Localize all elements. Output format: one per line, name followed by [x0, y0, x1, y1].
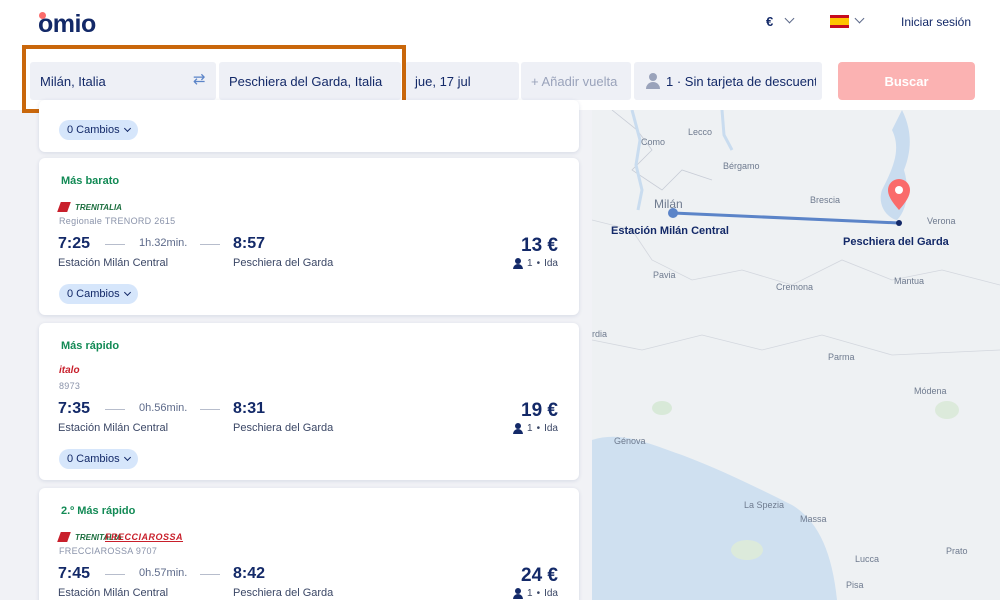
passenger-info: 1 • Ida: [513, 588, 558, 599]
person-icon: [513, 423, 524, 434]
price: 19 €: [521, 400, 558, 421]
person-icon: [646, 73, 660, 89]
train-id: FRECCIAROSSA 9707: [59, 546, 158, 556]
departure-time: 7:25: [58, 235, 91, 252]
passenger-info: 1 • Ida: [513, 423, 558, 434]
map-place-label: Massa: [800, 514, 827, 524]
map-place-label: Como: [641, 137, 666, 147]
destination-station: Peschiera del Garda: [233, 257, 334, 269]
chevron-down-icon: [123, 288, 131, 297]
date-value: jue, 17 jul: [415, 73, 471, 89]
frecciarossa-logo: FRECCIAROSSA: [105, 532, 184, 542]
changes-toggle[interactable]: 0 Cambios: [59, 120, 138, 140]
map-place-label: Pavia: [653, 270, 676, 280]
map-place-label: Mantua: [894, 276, 925, 286]
duration: 0h.57min.: [139, 567, 188, 579]
passengers-value: 1 · Sin tarjeta de descuento: [666, 73, 816, 89]
map-place-label: Lucca: [855, 554, 880, 564]
chevron-down-icon[interactable]: [854, 13, 865, 24]
spain-flag-icon[interactable]: [830, 15, 849, 28]
arrival-time: 8:42: [233, 565, 266, 582]
chevron-down-icon[interactable]: [784, 13, 795, 24]
arrival-time: 8:31: [233, 400, 266, 417]
chevron-down-icon: [123, 124, 131, 133]
duration-line: [200, 409, 220, 410]
map-place-label: Génova: [614, 436, 646, 446]
changes-toggle[interactable]: 0 Cambios: [59, 449, 138, 469]
map-place-label: La Spezia: [744, 500, 785, 510]
map-place-label: Verona: [927, 216, 956, 226]
route-map[interactable]: Lecco Como Bérgamo Milán Brescia Verona …: [592, 110, 1000, 600]
duration: 0h.56min.: [139, 402, 188, 414]
omio-logo[interactable]: omio: [38, 10, 118, 38]
passengers-selector[interactable]: 1 · Sin tarjeta de descuento: [634, 62, 822, 100]
login-link[interactable]: Iniciar sesión: [901, 15, 971, 29]
price: 24 €: [521, 565, 558, 586]
departure-time: 7:45: [58, 565, 91, 582]
map-place-label: rdia: [592, 329, 608, 339]
person-icon: [513, 588, 524, 599]
result-tag: Más barato: [61, 175, 120, 187]
changes-label: 0 Cambios: [67, 453, 120, 465]
result-tag: Más rápido: [61, 340, 120, 352]
departure-time: 7:35: [58, 400, 91, 417]
result-tag: 2.º Más rápido: [61, 505, 136, 517]
logo-text: omio: [38, 10, 96, 38]
map-destination-label: Peschiera del Garda: [843, 236, 949, 248]
currency-selector[interactable]: €: [766, 14, 773, 29]
map-background: [592, 110, 1000, 600]
changes-label: 0 Cambios: [67, 288, 120, 300]
map-place-label: Milán: [654, 197, 683, 211]
trenitalia-logo: TRENITALIA: [57, 200, 122, 214]
result-card-partial[interactable]: 0 Cambios: [39, 100, 579, 152]
train-id: Regionale TRENORD 2615: [59, 216, 176, 226]
map-place-label: Parma: [828, 352, 855, 362]
price: 13 €: [521, 235, 558, 256]
map-place-label: Lecco: [688, 127, 713, 137]
map-origin-label: Estación Milán Central: [611, 225, 729, 237]
origin-station: Estación Milán Central: [58, 422, 169, 434]
italo-logo: italo: [59, 364, 80, 376]
map-place-label: Cremona: [776, 282, 814, 292]
person-icon: [513, 258, 524, 269]
chevron-down-icon: [123, 453, 131, 462]
map-place-label: Pisa: [846, 580, 864, 590]
return-placeholder: + Añadir vuelta: [531, 73, 618, 89]
passenger-info: 1 • Ida: [513, 258, 558, 269]
duration-line: [105, 244, 125, 245]
map-place-label: Prato: [946, 546, 968, 556]
result-card[interactable]: 2.º Más rápido TRENITALIA FRECCIAROSSA F…: [39, 488, 579, 600]
map-place-label: Módena: [914, 386, 947, 396]
duration-line: [105, 574, 125, 575]
duration-line: [105, 409, 125, 410]
duration-line: [200, 244, 220, 245]
result-card[interactable]: Más barato TRENITALIA Regionale TRENORD …: [39, 158, 579, 315]
changes-label: 0 Cambios: [67, 124, 120, 136]
result-card[interactable]: Más rápido italo 8973 7:35 0h.56min. 8:3…: [39, 323, 579, 480]
duration: 1h.32min.: [139, 237, 188, 249]
map-place-label: Brescia: [810, 195, 841, 205]
origin-station: Estación Milán Central: [58, 257, 169, 269]
changes-toggle[interactable]: 0 Cambios: [59, 284, 138, 304]
destination-station: Peschiera del Garda: [233, 587, 334, 599]
add-return-input[interactable]: + Añadir vuelta: [521, 62, 631, 100]
duration-line: [200, 574, 220, 575]
map-place-label: Bérgamo: [723, 161, 760, 171]
origin-station: Estación Milán Central: [58, 587, 169, 599]
date-input[interactable]: jue, 17 jul: [405, 62, 519, 100]
search-button[interactable]: Buscar: [838, 62, 975, 100]
arrival-time: 8:57: [233, 235, 266, 252]
train-id: 8973: [59, 381, 81, 391]
destination-station: Peschiera del Garda: [233, 422, 334, 434]
